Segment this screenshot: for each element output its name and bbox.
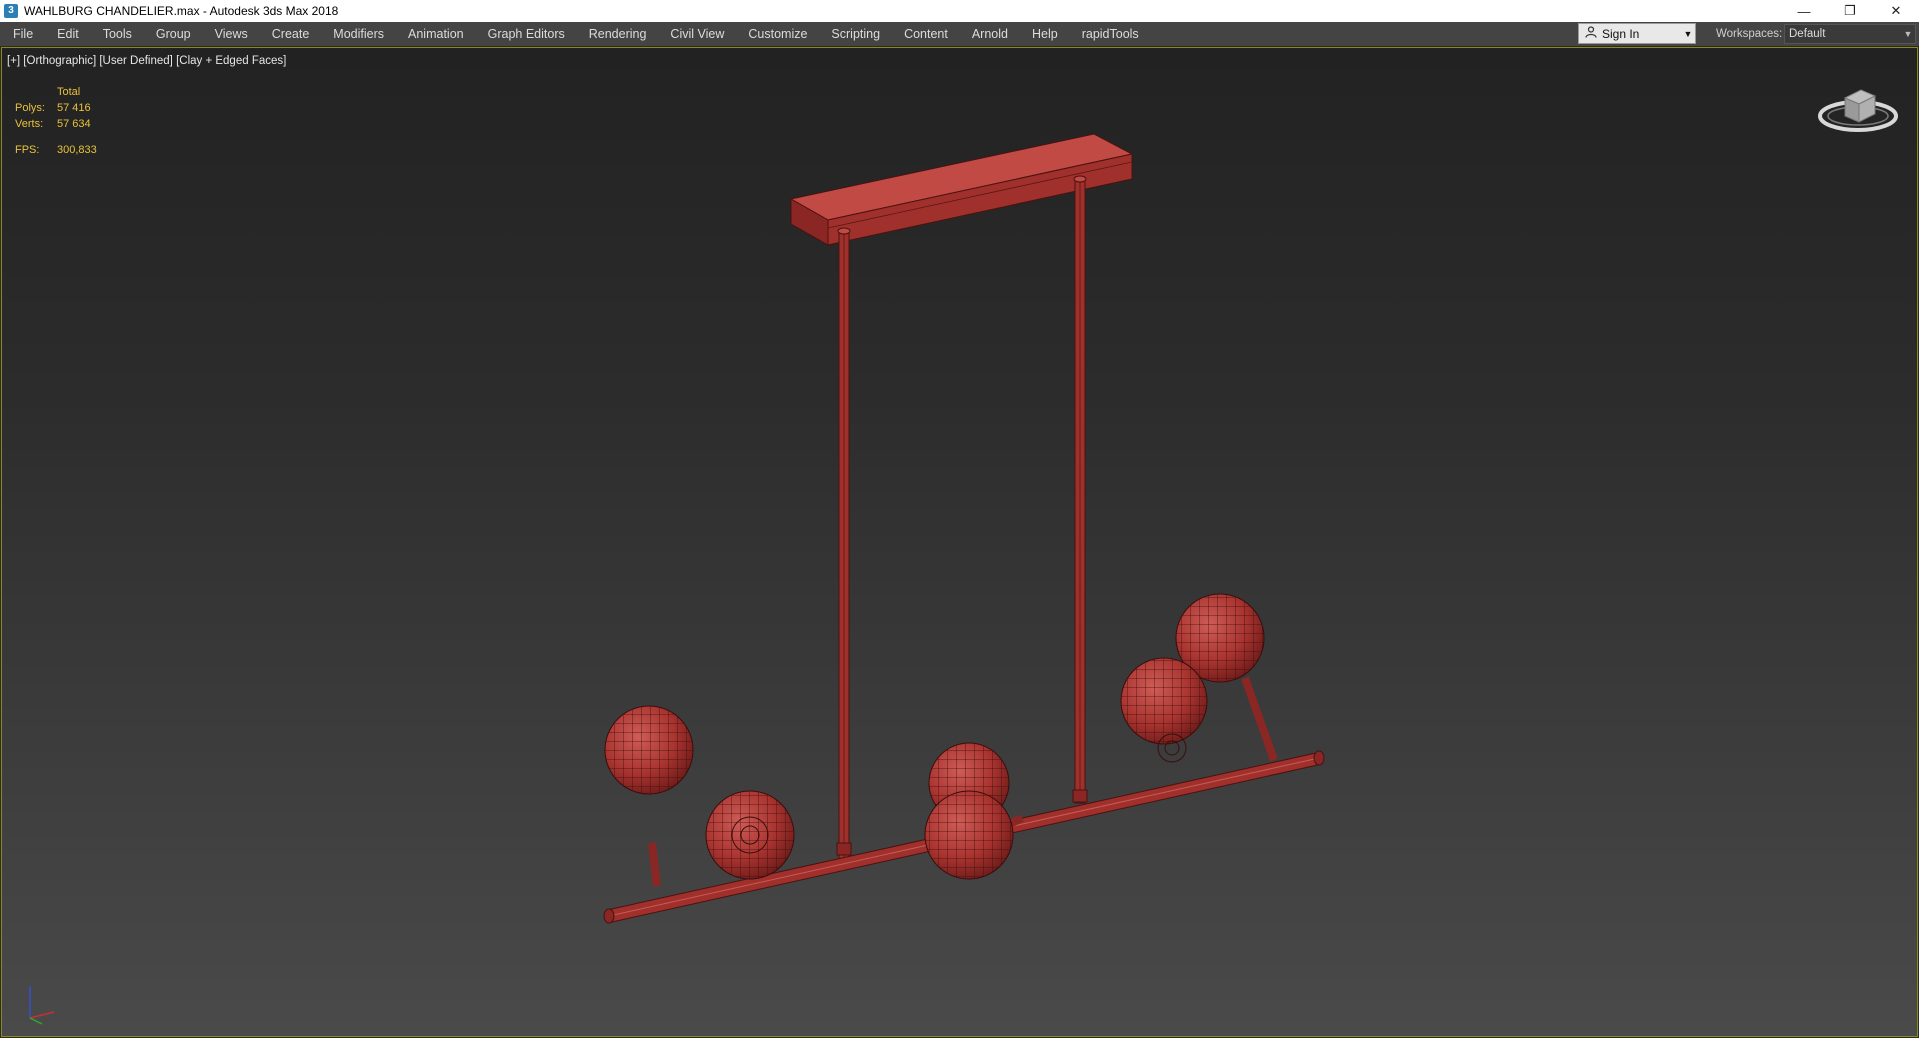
workspaces-label: Workspaces: <box>1716 28 1783 40</box>
menu-item-modifiers[interactable]: Modifiers <box>321 22 396 46</box>
main-menu: File Edit Tools Group Views Create Modifiers An… <box>0 22 1151 46</box>
viewcube-icon[interactable] <box>1817 78 1899 136</box>
verts-value: 57 634 <box>57 118 91 130</box>
axis-tripod-icon <box>29 986 55 1025</box>
menu-item-edit[interactable]: Edit <box>45 22 91 46</box>
menu-item-tools[interactable]: Tools <box>91 22 144 46</box>
menu-item-content[interactable]: Content <box>892 22 960 46</box>
menu-item-file[interactable]: File <box>0 22 45 46</box>
sign-in-dropdown[interactable]: Sign In ▼ <box>1578 23 1696 44</box>
menu-item-create[interactable]: Create <box>260 22 322 46</box>
menu-item-civil-view[interactable]: Civil View <box>658 22 736 46</box>
globe-upper-left <box>604 705 694 887</box>
fps-label: FPS: <box>15 144 40 156</box>
viewport-label[interactable]: [+] [Orthographic] [User Defined] [Clay … <box>7 55 286 67</box>
chevron-down-icon: ▼ <box>1683 28 1693 39</box>
menu-item-group[interactable]: Group <box>144 22 203 46</box>
user-icon <box>1582 26 1600 41</box>
polys-label: Polys: <box>15 102 45 114</box>
sign-in-label: Sign In <box>1602 26 1640 41</box>
statistics-overlay: Total Polys: 57 416 Verts: 57 634 FPS: 300,… <box>15 84 97 158</box>
title-bar: 3 WAHLBURG CHANDELIER.max - Autodesk 3ds… <box>0 0 1919 22</box>
app-3dsmax-icon: 3 <box>4 4 18 18</box>
menu-item-customize[interactable]: Customize <box>736 22 819 46</box>
menu-item-views[interactable]: Views <box>203 22 260 46</box>
close-button[interactable]: ✕ <box>1873 0 1919 22</box>
window-title: WAHLBURG CHANDELIER.max - Autodesk 3ds M… <box>24 4 339 18</box>
menu-item-help[interactable]: Help <box>1020 22 1070 46</box>
perspective-viewport[interactable]: [+] [Orthographic] [User Defined] [Clay … <box>1 47 1918 1037</box>
menu-item-arnold[interactable]: Arnold <box>960 22 1020 46</box>
stats-header: Total <box>57 86 81 98</box>
menu-item-scripting[interactable]: Scripting <box>819 22 892 46</box>
fps-value: 300,833 <box>57 144 97 156</box>
menu-item-rendering[interactable]: Rendering <box>577 22 659 46</box>
workspaces-value: Default <box>1789 28 1826 40</box>
polys-value: 57 416 <box>57 102 91 114</box>
menu-item-animation[interactable]: Animation <box>396 22 476 46</box>
restore-button[interactable]: ❐ <box>1827 0 1873 22</box>
menu-item-graph-editors[interactable]: Graph Editors <box>476 22 577 46</box>
menu-bar: File Edit Tools Group Views Create Modifiers An… <box>0 22 1919 47</box>
verts-label: Verts: <box>15 118 44 130</box>
chandelier-model[interactable] <box>2 48 1918 1037</box>
menu-item-rapidtools[interactable]: rapidTools <box>1070 22 1151 46</box>
chevron-down-icon: ▼ <box>1903 29 1913 39</box>
workspaces-dropdown[interactable]: Default ▼ <box>1784 24 1916 44</box>
minimize-button[interactable]: — <box>1781 0 1827 22</box>
